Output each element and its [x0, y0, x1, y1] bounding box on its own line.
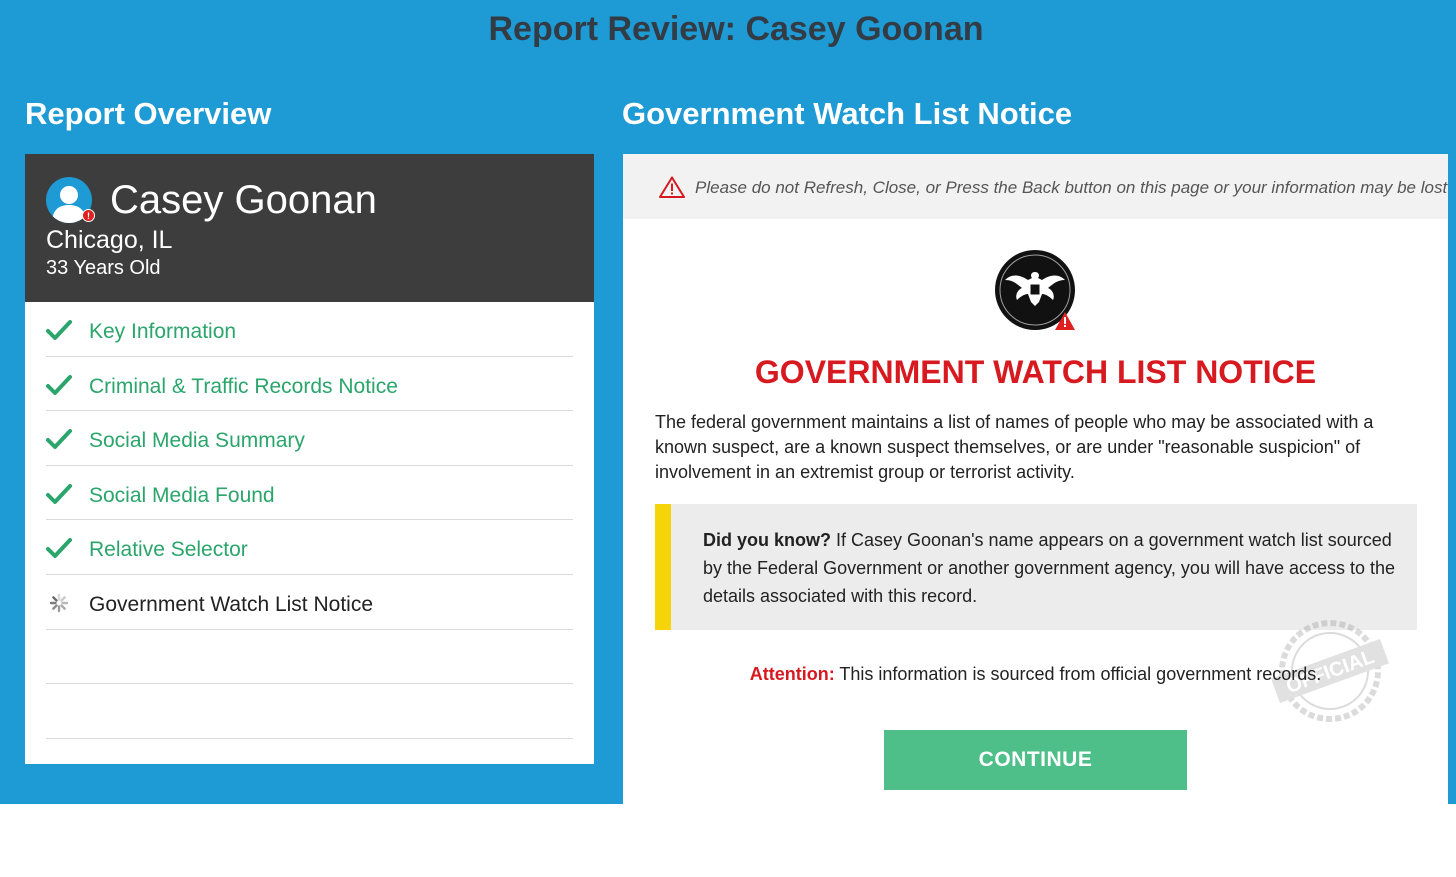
checklist-empty-row	[46, 630, 573, 685]
watch-list-card: Please do not Refresh, Close, or Press t…	[623, 154, 1448, 804]
checklist-item-label: Social Media Summary	[89, 429, 305, 453]
report-overview-heading: Report Overview	[25, 96, 272, 131]
check-icon	[46, 374, 72, 395]
checklist-item-label: Social Media Found	[89, 483, 275, 507]
check-icon	[46, 483, 72, 504]
continue-button[interactable]: CONTINUE	[884, 730, 1187, 790]
did-you-know-callout: Did you know? If Casey Goonan's name app…	[655, 504, 1417, 630]
profile-age: 33 Years Old	[46, 257, 161, 279]
checklist-item[interactable]: Relative Selector	[46, 520, 573, 575]
spinner-icon	[49, 593, 69, 613]
profile-header: ! Casey Goonan Chicago, IL 33 Years Old	[25, 154, 594, 302]
profile-name: Casey Goonan	[110, 178, 377, 222]
checklist-item[interactable]: Social Media Found	[46, 466, 573, 521]
checklist-item-label: Relative Selector	[89, 538, 248, 562]
checklist-item[interactable]: Government Watch List Notice	[46, 575, 573, 630]
check-icon	[46, 320, 72, 340]
checklist-item-label: Criminal & Traffic Records Notice	[89, 374, 398, 398]
report-checklist: Key Information Criminal & Traffic Record…	[46, 302, 573, 739]
checklist-empty-row	[46, 684, 573, 739]
notice-title: GOVERNMENT WATCH LIST NOTICE	[754, 354, 1317, 390]
checklist-item[interactable]: Social Media Summary	[46, 411, 573, 466]
check-icon	[46, 429, 72, 450]
did-you-know-label: Did you know?	[703, 530, 831, 550]
warning-text: Please do not Refresh, Close, or Press t…	[695, 178, 1448, 197]
checklist-item-label: Government Watch List Notice	[89, 592, 373, 616]
profile-location: Chicago, IL	[46, 226, 173, 254]
report-overview-card: ! Casey Goonan Chicago, IL 33 Years Old …	[25, 154, 594, 764]
page-title: Report Review: Casey Goonan	[488, 10, 984, 48]
page-title-name: Casey Goonan	[745, 10, 984, 48]
checklist-item[interactable]: Key Information	[46, 302, 573, 357]
warning-triangle-icon	[659, 176, 685, 198]
warning-bar: Please do not Refresh, Close, or Press t…	[623, 154, 1448, 219]
attention-label: Attention:	[749, 664, 835, 684]
did-you-know-text: Did you know? If Casey Goonan's name app…	[703, 530, 1396, 606]
checklist-item[interactable]: Criminal & Traffic Records Notice	[46, 357, 573, 412]
notice-body: The federal government maintains a list …	[655, 412, 1374, 482]
check-icon	[46, 538, 72, 559]
checklist-item-label: Key Information	[89, 320, 237, 343]
eagle-seal-icon	[995, 250, 1075, 330]
attention-text: Attention: This information is sourced f…	[749, 664, 1322, 684]
watch-list-heading: Government Watch List Notice	[622, 96, 1073, 131]
alert-badge-icon: !	[82, 209, 95, 222]
